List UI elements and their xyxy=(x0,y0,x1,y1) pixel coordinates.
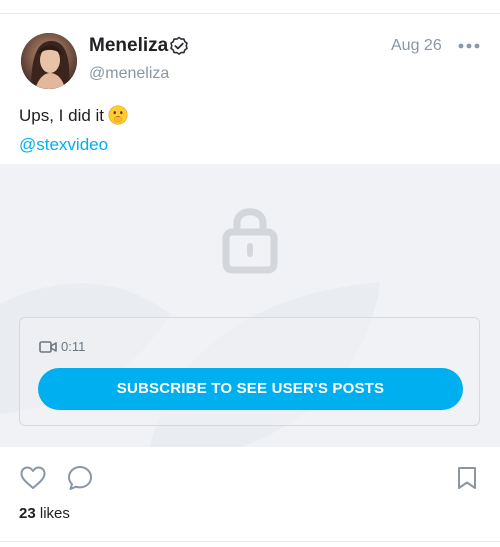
heart-icon[interactable] xyxy=(20,466,46,490)
subscribe-button[interactable]: SUBSCRIBE TO SEE USER'S POSTS xyxy=(38,368,463,410)
lock-icon xyxy=(222,208,278,274)
verified-check-icon xyxy=(170,36,188,55)
divider xyxy=(0,13,500,14)
post-text-content: Ups, I did it xyxy=(19,106,105,125)
avatar[interactable] xyxy=(21,33,77,89)
likes-count[interactable]: 23 likes xyxy=(19,504,70,524)
locked-media: 0:11 SUBSCRIBE TO SEE USER'S POSTS xyxy=(0,164,500,447)
post-date[interactable]: Aug 26 xyxy=(391,36,442,56)
more-horizontal-icon[interactable] xyxy=(456,36,482,56)
likes-suffix: likes xyxy=(35,505,70,522)
bookmark-icon[interactable] xyxy=(456,466,478,490)
shushing-face-emoji xyxy=(108,105,128,125)
author-username[interactable]: @meneliza xyxy=(89,64,169,84)
mention-link[interactable]: @stexvideo xyxy=(19,134,108,156)
post-text: Ups, I did it xyxy=(19,105,128,127)
comment-bubble-icon[interactable] xyxy=(67,465,93,491)
author-display-name[interactable]: Meneliza xyxy=(89,35,168,57)
video-duration: 0:11 xyxy=(61,339,86,354)
video-camera-icon xyxy=(39,341,57,353)
likes-number: 23 xyxy=(19,505,36,522)
subscribe-card: 0:11 SUBSCRIBE TO SEE USER'S POSTS xyxy=(19,317,480,426)
divider xyxy=(0,541,500,542)
post-card: Meneliza @meneliza Aug 26 Ups, I did it … xyxy=(0,0,500,547)
